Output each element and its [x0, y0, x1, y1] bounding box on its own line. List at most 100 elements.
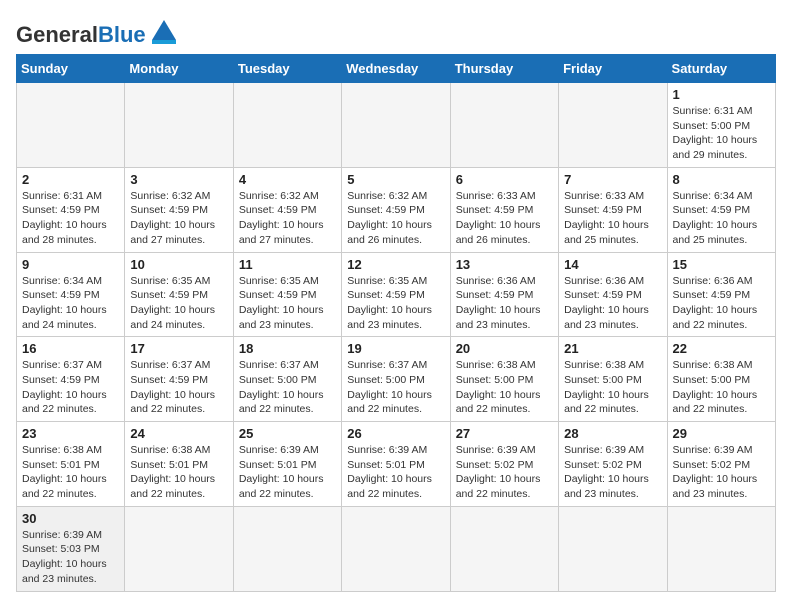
day-info: Sunrise: 6:35 AM Sunset: 4:59 PM Dayligh… [130, 274, 227, 333]
calendar-day: 17 Sunrise: 6:37 AM Sunset: 4:59 PM Dayli… [125, 337, 233, 422]
calendar-week-row: 30Sunrise: 6:39 AM Sunset: 5:03 PM Dayli… [17, 506, 776, 591]
day-number: 22 [673, 341, 770, 356]
weekday-header: Sunday [17, 55, 125, 83]
header: GeneralBlue [16, 16, 776, 46]
day-info: Sunrise: 6:38 AM Sunset: 5:00 PM Dayligh… [564, 358, 661, 417]
day-info: Sunrise: 6:37 AM Sunset: 4:59 PM Dayligh… [130, 358, 227, 417]
day-info: Sunrise: 6:32 AM Sunset: 4:59 PM Dayligh… [347, 189, 444, 248]
calendar-header-row: SundayMondayTuesdayWednesdayThursdayFrid… [17, 55, 776, 83]
day-info: Sunrise: 6:34 AM Sunset: 4:59 PM Dayligh… [22, 274, 119, 333]
day-number: 2 [22, 172, 119, 187]
day-info: Sunrise: 6:39 AM Sunset: 5:01 PM Dayligh… [347, 443, 444, 502]
weekday-header: Thursday [450, 55, 558, 83]
day-info: Sunrise: 6:34 AM Sunset: 4:59 PM Dayligh… [673, 189, 770, 248]
calendar-day: 5 Sunrise: 6:32 AM Sunset: 4:59 PM Daylig… [342, 167, 450, 252]
day-info: Sunrise: 6:36 AM Sunset: 4:59 PM Dayligh… [564, 274, 661, 333]
day-number: 29 [673, 426, 770, 441]
weekday-header: Monday [125, 55, 233, 83]
calendar-day: 24 Sunrise: 6:38 AM Sunset: 5:01 PM Dayli… [125, 422, 233, 507]
calendar-day: 26 Sunrise: 6:39 AM Sunset: 5:01 PM Dayli… [342, 422, 450, 507]
calendar-day: 7 Sunrise: 6:33 AM Sunset: 4:59 PM Daylig… [559, 167, 667, 252]
day-number: 18 [239, 341, 336, 356]
calendar-week-row: 16 Sunrise: 6:37 AM Sunset: 4:59 PM Dayli… [17, 337, 776, 422]
day-number: 5 [347, 172, 444, 187]
day-number: 21 [564, 341, 661, 356]
calendar-day: 16 Sunrise: 6:37 AM Sunset: 4:59 PM Dayli… [17, 337, 125, 422]
weekday-header: Wednesday [342, 55, 450, 83]
day-info: Sunrise: 6:31 AM Sunset: 5:00 PM Dayligh… [673, 104, 770, 163]
calendar-day [450, 506, 558, 591]
day-info: Sunrise: 6:39 AM Sunset: 5:02 PM Dayligh… [673, 443, 770, 502]
day-info: Sunrise: 6:38 AM Sunset: 5:01 PM Dayligh… [22, 443, 119, 502]
calendar-day [125, 83, 233, 168]
day-number: 13 [456, 257, 553, 272]
logo: GeneralBlue [16, 16, 178, 46]
weekday-header: Tuesday [233, 55, 341, 83]
calendar-day: 30Sunrise: 6:39 AM Sunset: 5:03 PM Dayli… [17, 506, 125, 591]
day-number: 19 [347, 341, 444, 356]
day-info: Sunrise: 6:37 AM Sunset: 5:00 PM Dayligh… [239, 358, 336, 417]
calendar-day: 9 Sunrise: 6:34 AM Sunset: 4:59 PM Daylig… [17, 252, 125, 337]
calendar-day [233, 506, 341, 591]
day-info: Sunrise: 6:38 AM Sunset: 5:00 PM Dayligh… [673, 358, 770, 417]
day-number: 26 [347, 426, 444, 441]
calendar-day: 8Sunrise: 6:34 AM Sunset: 4:59 PM Daylig… [667, 167, 775, 252]
weekday-header: Friday [559, 55, 667, 83]
day-number: 28 [564, 426, 661, 441]
calendar-day [342, 83, 450, 168]
calendar-day: 4Sunrise: 6:32 AM Sunset: 4:59 PM Daylig… [233, 167, 341, 252]
calendar-day: 3 Sunrise: 6:32 AM Sunset: 4:59 PM Daylig… [125, 167, 233, 252]
calendar-day: 10 Sunrise: 6:35 AM Sunset: 4:59 PM Dayli… [125, 252, 233, 337]
day-info: Sunrise: 6:32 AM Sunset: 4:59 PM Dayligh… [130, 189, 227, 248]
day-info: Sunrise: 6:39 AM Sunset: 5:03 PM Dayligh… [22, 528, 119, 587]
logo-icon [150, 16, 178, 44]
day-number: 9 [22, 257, 119, 272]
day-info: Sunrise: 6:38 AM Sunset: 5:00 PM Dayligh… [456, 358, 553, 417]
calendar-week-row: 9 Sunrise: 6:34 AM Sunset: 4:59 PM Daylig… [17, 252, 776, 337]
calendar-day: 15 Sunrise: 6:36 AM Sunset: 4:59 PM Dayli… [667, 252, 775, 337]
day-number: 3 [130, 172, 227, 187]
day-info: Sunrise: 6:39 AM Sunset: 5:02 PM Dayligh… [456, 443, 553, 502]
day-info: Sunrise: 6:33 AM Sunset: 4:59 PM Dayligh… [456, 189, 553, 248]
day-number: 14 [564, 257, 661, 272]
calendar-week-row: 2 Sunrise: 6:31 AM Sunset: 4:59 PM Daylig… [17, 167, 776, 252]
day-info: Sunrise: 6:33 AM Sunset: 4:59 PM Dayligh… [564, 189, 661, 248]
calendar-day: 14 Sunrise: 6:36 AM Sunset: 4:59 PM Dayli… [559, 252, 667, 337]
day-info: Sunrise: 6:32 AM Sunset: 4:59 PM Dayligh… [239, 189, 336, 248]
day-number: 25 [239, 426, 336, 441]
calendar-day [342, 506, 450, 591]
day-number: 23 [22, 426, 119, 441]
day-info: Sunrise: 6:38 AM Sunset: 5:01 PM Dayligh… [130, 443, 227, 502]
day-number: 6 [456, 172, 553, 187]
day-number: 12 [347, 257, 444, 272]
day-info: Sunrise: 6:36 AM Sunset: 4:59 PM Dayligh… [673, 274, 770, 333]
day-number: 11 [239, 257, 336, 272]
calendar-day: 11 Sunrise: 6:35 AM Sunset: 4:59 PM Dayli… [233, 252, 341, 337]
calendar-day: 1Sunrise: 6:31 AM Sunset: 5:00 PM Daylig… [667, 83, 775, 168]
day-info: Sunrise: 6:35 AM Sunset: 4:59 PM Dayligh… [239, 274, 336, 333]
weekday-header: Saturday [667, 55, 775, 83]
day-number: 10 [130, 257, 227, 272]
day-number: 7 [564, 172, 661, 187]
day-number: 24 [130, 426, 227, 441]
calendar-day: 28Sunrise: 6:39 AM Sunset: 5:02 PM Dayli… [559, 422, 667, 507]
day-info: Sunrise: 6:35 AM Sunset: 4:59 PM Dayligh… [347, 274, 444, 333]
day-number: 15 [673, 257, 770, 272]
day-info: Sunrise: 6:31 AM Sunset: 4:59 PM Dayligh… [22, 189, 119, 248]
calendar-day [559, 83, 667, 168]
logo-text: GeneralBlue [16, 24, 146, 46]
calendar-day: 13 Sunrise: 6:36 AM Sunset: 4:59 PM Dayli… [450, 252, 558, 337]
calendar-day: 22 Sunrise: 6:38 AM Sunset: 5:00 PM Dayli… [667, 337, 775, 422]
calendar-day [450, 83, 558, 168]
calendar-week-row: 1Sunrise: 6:31 AM Sunset: 5:00 PM Daylig… [17, 83, 776, 168]
day-number: 17 [130, 341, 227, 356]
calendar-day: 2 Sunrise: 6:31 AM Sunset: 4:59 PM Daylig… [17, 167, 125, 252]
day-info: Sunrise: 6:36 AM Sunset: 4:59 PM Dayligh… [456, 274, 553, 333]
day-info: Sunrise: 6:39 AM Sunset: 5:01 PM Dayligh… [239, 443, 336, 502]
day-info: Sunrise: 6:37 AM Sunset: 5:00 PM Dayligh… [347, 358, 444, 417]
calendar: SundayMondayTuesdayWednesdayThursdayFrid… [16, 54, 776, 592]
day-info: Sunrise: 6:37 AM Sunset: 4:59 PM Dayligh… [22, 358, 119, 417]
calendar-day: 20Sunrise: 6:38 AM Sunset: 5:00 PM Dayli… [450, 337, 558, 422]
day-number: 16 [22, 341, 119, 356]
calendar-day [125, 506, 233, 591]
